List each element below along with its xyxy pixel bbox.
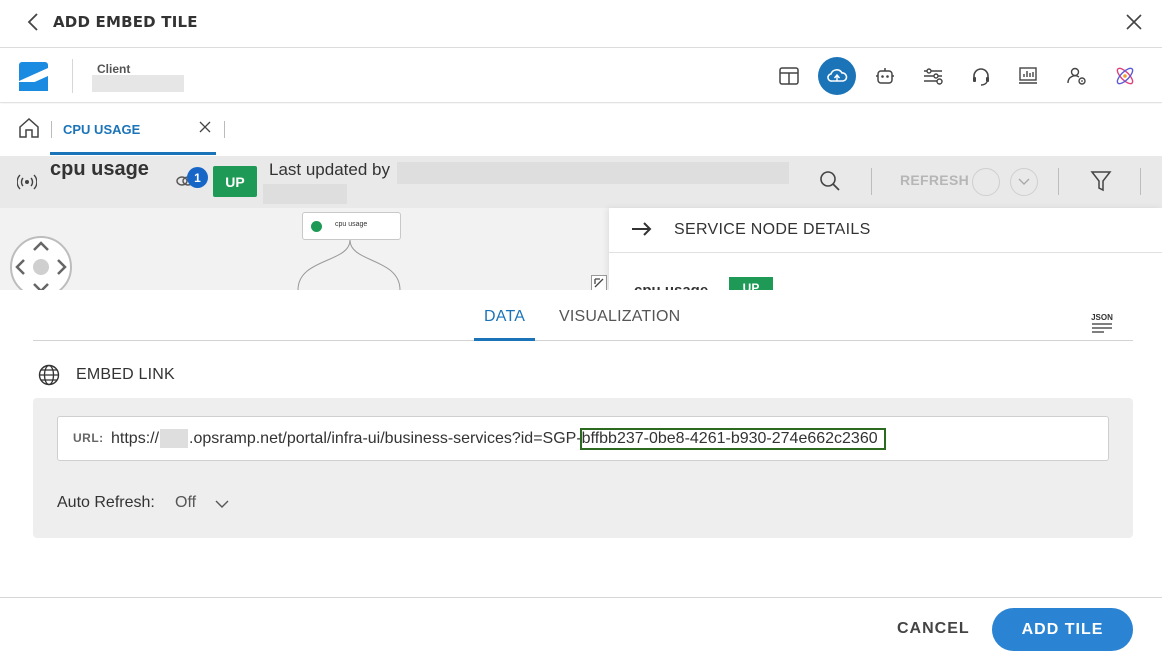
add-tile-button[interactable]: ADD TILE [992, 608, 1133, 651]
service-tab-bar: CPU USAGE [0, 104, 1162, 155]
support-button[interactable] [966, 61, 996, 91]
node-label: cpu usage [335, 221, 368, 228]
url-field[interactable]: URL: https:// .opsramp.net/portal/infra-… [57, 416, 1109, 461]
last-updated-by-redacted [397, 162, 789, 184]
status-badge: UP [213, 166, 257, 197]
chevron-down-icon[interactable] [214, 496, 230, 512]
url-tenant-redacted [160, 429, 189, 448]
refresh-dropdown[interactable] [1010, 168, 1038, 196]
user-settings-icon [1067, 67, 1086, 85]
url-value: https:// .opsramp.net/portal/infra-ui/bu… [111, 427, 886, 450]
toolbar-separator [1140, 168, 1141, 195]
url-label: URL: [73, 431, 104, 445]
automation-button[interactable] [870, 61, 900, 91]
url-prefix: https:// [111, 429, 160, 447]
config-tabs: DATA VISUALIZATION JSON [33, 290, 1133, 341]
url-service-id-highlight: bffbb237-0be8-4261-b930-274e662c2360 [579, 427, 886, 450]
node-status-dot [311, 221, 322, 232]
tab-cpu-usage[interactable]: CPU USAGE [63, 122, 140, 137]
pan-control[interactable] [10, 236, 72, 290]
close-button[interactable] [1122, 10, 1146, 34]
cloud-icon [827, 69, 848, 82]
app-bar-divider [72, 59, 73, 93]
service-node-details-panel: SERVICE NODE DETAILS cpu usage UP [609, 208, 1162, 290]
filter-icon[interactable] [1090, 169, 1112, 193]
arrow-right-icon[interactable] [631, 220, 653, 238]
details-service-name: cpu usage [634, 282, 708, 290]
atom-icon [1116, 67, 1134, 85]
details-divider [609, 252, 1162, 253]
opsramp-logo [19, 62, 48, 91]
toolbar-separator [1058, 168, 1059, 195]
layout-button[interactable] [774, 61, 804, 91]
auto-refresh-label: Auto Refresh: [57, 494, 155, 511]
headset-icon [973, 68, 989, 86]
last-updated-label: Last updated by [269, 160, 390, 179]
embed-link-title: EMBED LINK [76, 366, 175, 383]
pan-arrows-icon [15, 241, 67, 290]
client-name-redacted [92, 75, 184, 92]
details-title: SERVICE NODE DETAILS [674, 221, 871, 238]
tab-separator [224, 121, 225, 138]
app-bar: Client [0, 49, 1162, 103]
modal-title: ADD EMBED TILE [53, 13, 198, 31]
chevron-down-icon [1018, 178, 1030, 185]
auto-refresh-select[interactable]: Off [175, 494, 196, 512]
layout-icon [779, 67, 799, 85]
close-icon [1126, 14, 1142, 30]
user-settings-button[interactable] [1062, 61, 1092, 91]
tab-visualization[interactable]: VISUALIZATION [559, 308, 680, 326]
cancel-button[interactable]: CANCEL [897, 620, 970, 638]
url-path: .opsramp.net/portal/infra-ui/business-se… [189, 429, 582, 447]
broadcast-icon [17, 174, 37, 190]
tab-active-indicator [50, 152, 216, 155]
tab-data[interactable]: DATA [484, 308, 525, 326]
json-icon-label: JSON [1091, 313, 1113, 322]
topology-canvas[interactable]: cpu usage [0, 208, 609, 290]
json-button[interactable]: JSON [1090, 311, 1114, 335]
topology-node[interactable]: cpu usage [302, 212, 401, 240]
service-name: cpu usage [50, 158, 149, 180]
modal-header: ADD EMBED TILE [0, 0, 1162, 48]
topology-edges [297, 239, 401, 290]
refresh-interval-toggle[interactable] [972, 168, 1000, 196]
expand-icon[interactable] [591, 275, 607, 290]
json-icon: JSON [1091, 313, 1113, 333]
search-icon[interactable] [818, 169, 842, 193]
monitor-icon [1019, 67, 1037, 84]
globe-icon [38, 364, 60, 386]
modal-footer: CANCEL ADD TILE [0, 597, 1162, 663]
tile-preview: Client CPU USAGE cpu usage 1 UP Last upd… [0, 49, 1162, 290]
toolbar-separator [871, 168, 872, 195]
refresh-button[interactable]: REFRESH [900, 172, 969, 188]
chevron-left-icon [27, 13, 38, 31]
config-tab-indicator [474, 338, 535, 341]
embed-link-card: URL: https:// .opsramp.net/portal/infra-… [33, 398, 1133, 538]
last-updated-time-redacted [263, 184, 347, 204]
home-icon[interactable] [17, 116, 41, 140]
client-label: Client [97, 62, 131, 76]
sliders-icon [924, 68, 943, 85]
link-count-badge: 1 [187, 167, 208, 188]
dashboard-button[interactable] [1013, 61, 1043, 91]
cloud-button[interactable] [818, 57, 856, 95]
settings-sliders-button[interactable] [918, 61, 948, 91]
details-status-badge: UP [729, 277, 773, 290]
integrations-button[interactable] [1110, 61, 1140, 91]
back-button[interactable] [22, 10, 44, 34]
service-toolbar: cpu usage 1 UP Last updated by REFRESH [0, 156, 1162, 208]
tab-separator [51, 121, 52, 138]
tab-close-icon[interactable] [198, 120, 212, 134]
robot-icon [876, 68, 894, 84]
